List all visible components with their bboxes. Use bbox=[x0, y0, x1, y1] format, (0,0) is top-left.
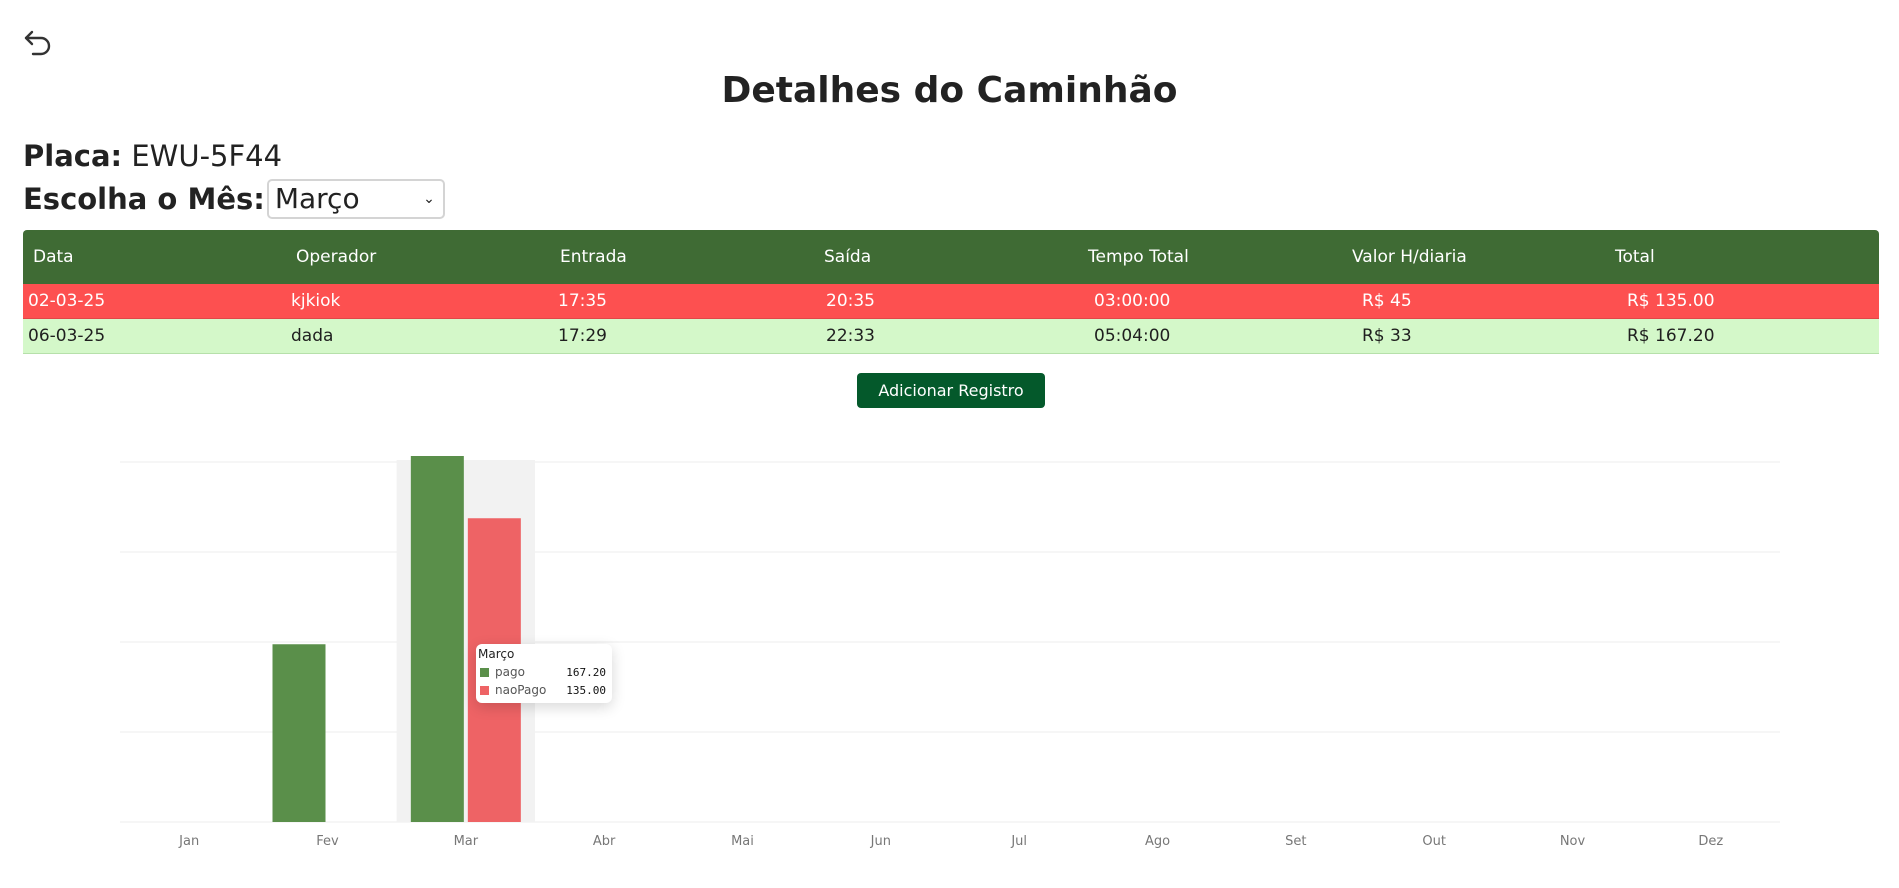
table-row[interactable]: 02-03-25 kjkiok 17:35 20:35 03:00:00 R$ … bbox=[23, 284, 1879, 319]
table-cell: 05:04:00 bbox=[1078, 318, 1342, 354]
column-header: Saída bbox=[814, 230, 1078, 284]
table-cell: R$ 167.20 bbox=[1605, 318, 1879, 354]
x-tick-label: Dez bbox=[1698, 834, 1723, 849]
undo-arrow-icon bbox=[24, 30, 51, 56]
table-cell: R$ 135.00 bbox=[1605, 284, 1879, 319]
table-row[interactable]: 06-03-25 dada 17:29 22:33 05:04:00 R$ 33… bbox=[23, 318, 1879, 354]
column-header: Valor H/diaria bbox=[1342, 230, 1605, 284]
column-header: Tempo Total bbox=[1078, 230, 1342, 284]
x-tick-label: Fev bbox=[316, 834, 339, 849]
tooltip-title: Março bbox=[478, 647, 515, 661]
bar-pago-mar[interactable] bbox=[410, 456, 464, 822]
table-cell: dada bbox=[286, 318, 550, 354]
column-header: Entrada bbox=[550, 230, 814, 284]
records-table: Data Operador Entrada Saída Tempo Total … bbox=[23, 230, 1879, 354]
table-cell: 02-03-25 bbox=[23, 284, 286, 319]
month-label: Escolha o Mês: bbox=[23, 182, 265, 216]
table-cell: R$ 45 bbox=[1342, 284, 1605, 319]
chevron-down-icon: ⌄ bbox=[423, 191, 435, 207]
tooltip-item-value: 167.20 bbox=[566, 665, 606, 679]
x-tick-label: Out bbox=[1422, 834, 1446, 849]
column-header: Data bbox=[23, 230, 286, 284]
x-tick-label: Jun bbox=[870, 834, 891, 849]
page-title: Detalhes do Caminhão bbox=[721, 70, 1178, 111]
x-tick-label: Jan bbox=[178, 834, 199, 849]
tooltip-item-value: 135.00 bbox=[566, 683, 606, 697]
plate-label: Placa: bbox=[23, 139, 123, 173]
table-cell: 03:00:00 bbox=[1078, 284, 1342, 319]
column-header: Total bbox=[1605, 230, 1879, 284]
legend-swatch-pago bbox=[480, 667, 489, 677]
x-tick-label: Mai bbox=[731, 834, 754, 849]
plate-info: Placa: EWU-5F44 bbox=[23, 137, 282, 175]
x-tick-label: Ago bbox=[1145, 834, 1170, 849]
tooltip-item: naoPago 135.00 bbox=[478, 681, 606, 699]
column-header: Operador bbox=[286, 230, 550, 284]
tooltip-item: pago 167.20 bbox=[478, 663, 606, 681]
table-cell: 20:35 bbox=[814, 284, 1078, 319]
table-cell: 17:35 bbox=[550, 284, 814, 319]
month-select[interactable]: Março ⌄ bbox=[266, 179, 445, 219]
monthly-bar-chart: Jan Fev Mar Abr Mai Jun Jul Ago Set Out Nov Dez bbox=[120, 456, 1780, 849]
back-button[interactable] bbox=[22, 26, 54, 58]
x-tick-label: Nov bbox=[1560, 834, 1586, 849]
plate-value: EWU-5F44 bbox=[131, 139, 283, 173]
table-cell: 22:33 bbox=[814, 318, 1078, 354]
chart-tooltip: Março pago 167.20 naoPago 135.00 bbox=[476, 644, 612, 703]
month-selected-value: Março bbox=[274, 182, 360, 215]
x-tick-label: Jul bbox=[1010, 834, 1027, 849]
x-tick-label: Mar bbox=[454, 834, 479, 849]
table-cell: 17:29 bbox=[550, 318, 814, 354]
month-picker: Escolha o Mês: Março ⌄ bbox=[23, 179, 445, 219]
table-header-row: Data Operador Entrada Saída Tempo Total … bbox=[23, 230, 1879, 284]
legend-swatch-naopago bbox=[480, 685, 489, 695]
table-cell: kjkiok bbox=[286, 284, 550, 319]
x-tick-label: Abr bbox=[593, 834, 616, 849]
table-cell: R$ 33 bbox=[1342, 318, 1605, 354]
tooltip-item-name: naoPago bbox=[495, 683, 547, 697]
x-tick-label: Set bbox=[1285, 834, 1306, 849]
table-cell: 06-03-25 bbox=[23, 318, 286, 354]
bar-pago-fev[interactable] bbox=[272, 644, 326, 822]
tooltip-item-name: pago bbox=[495, 665, 525, 679]
add-record-button[interactable]: Adicionar Registro bbox=[857, 373, 1045, 408]
